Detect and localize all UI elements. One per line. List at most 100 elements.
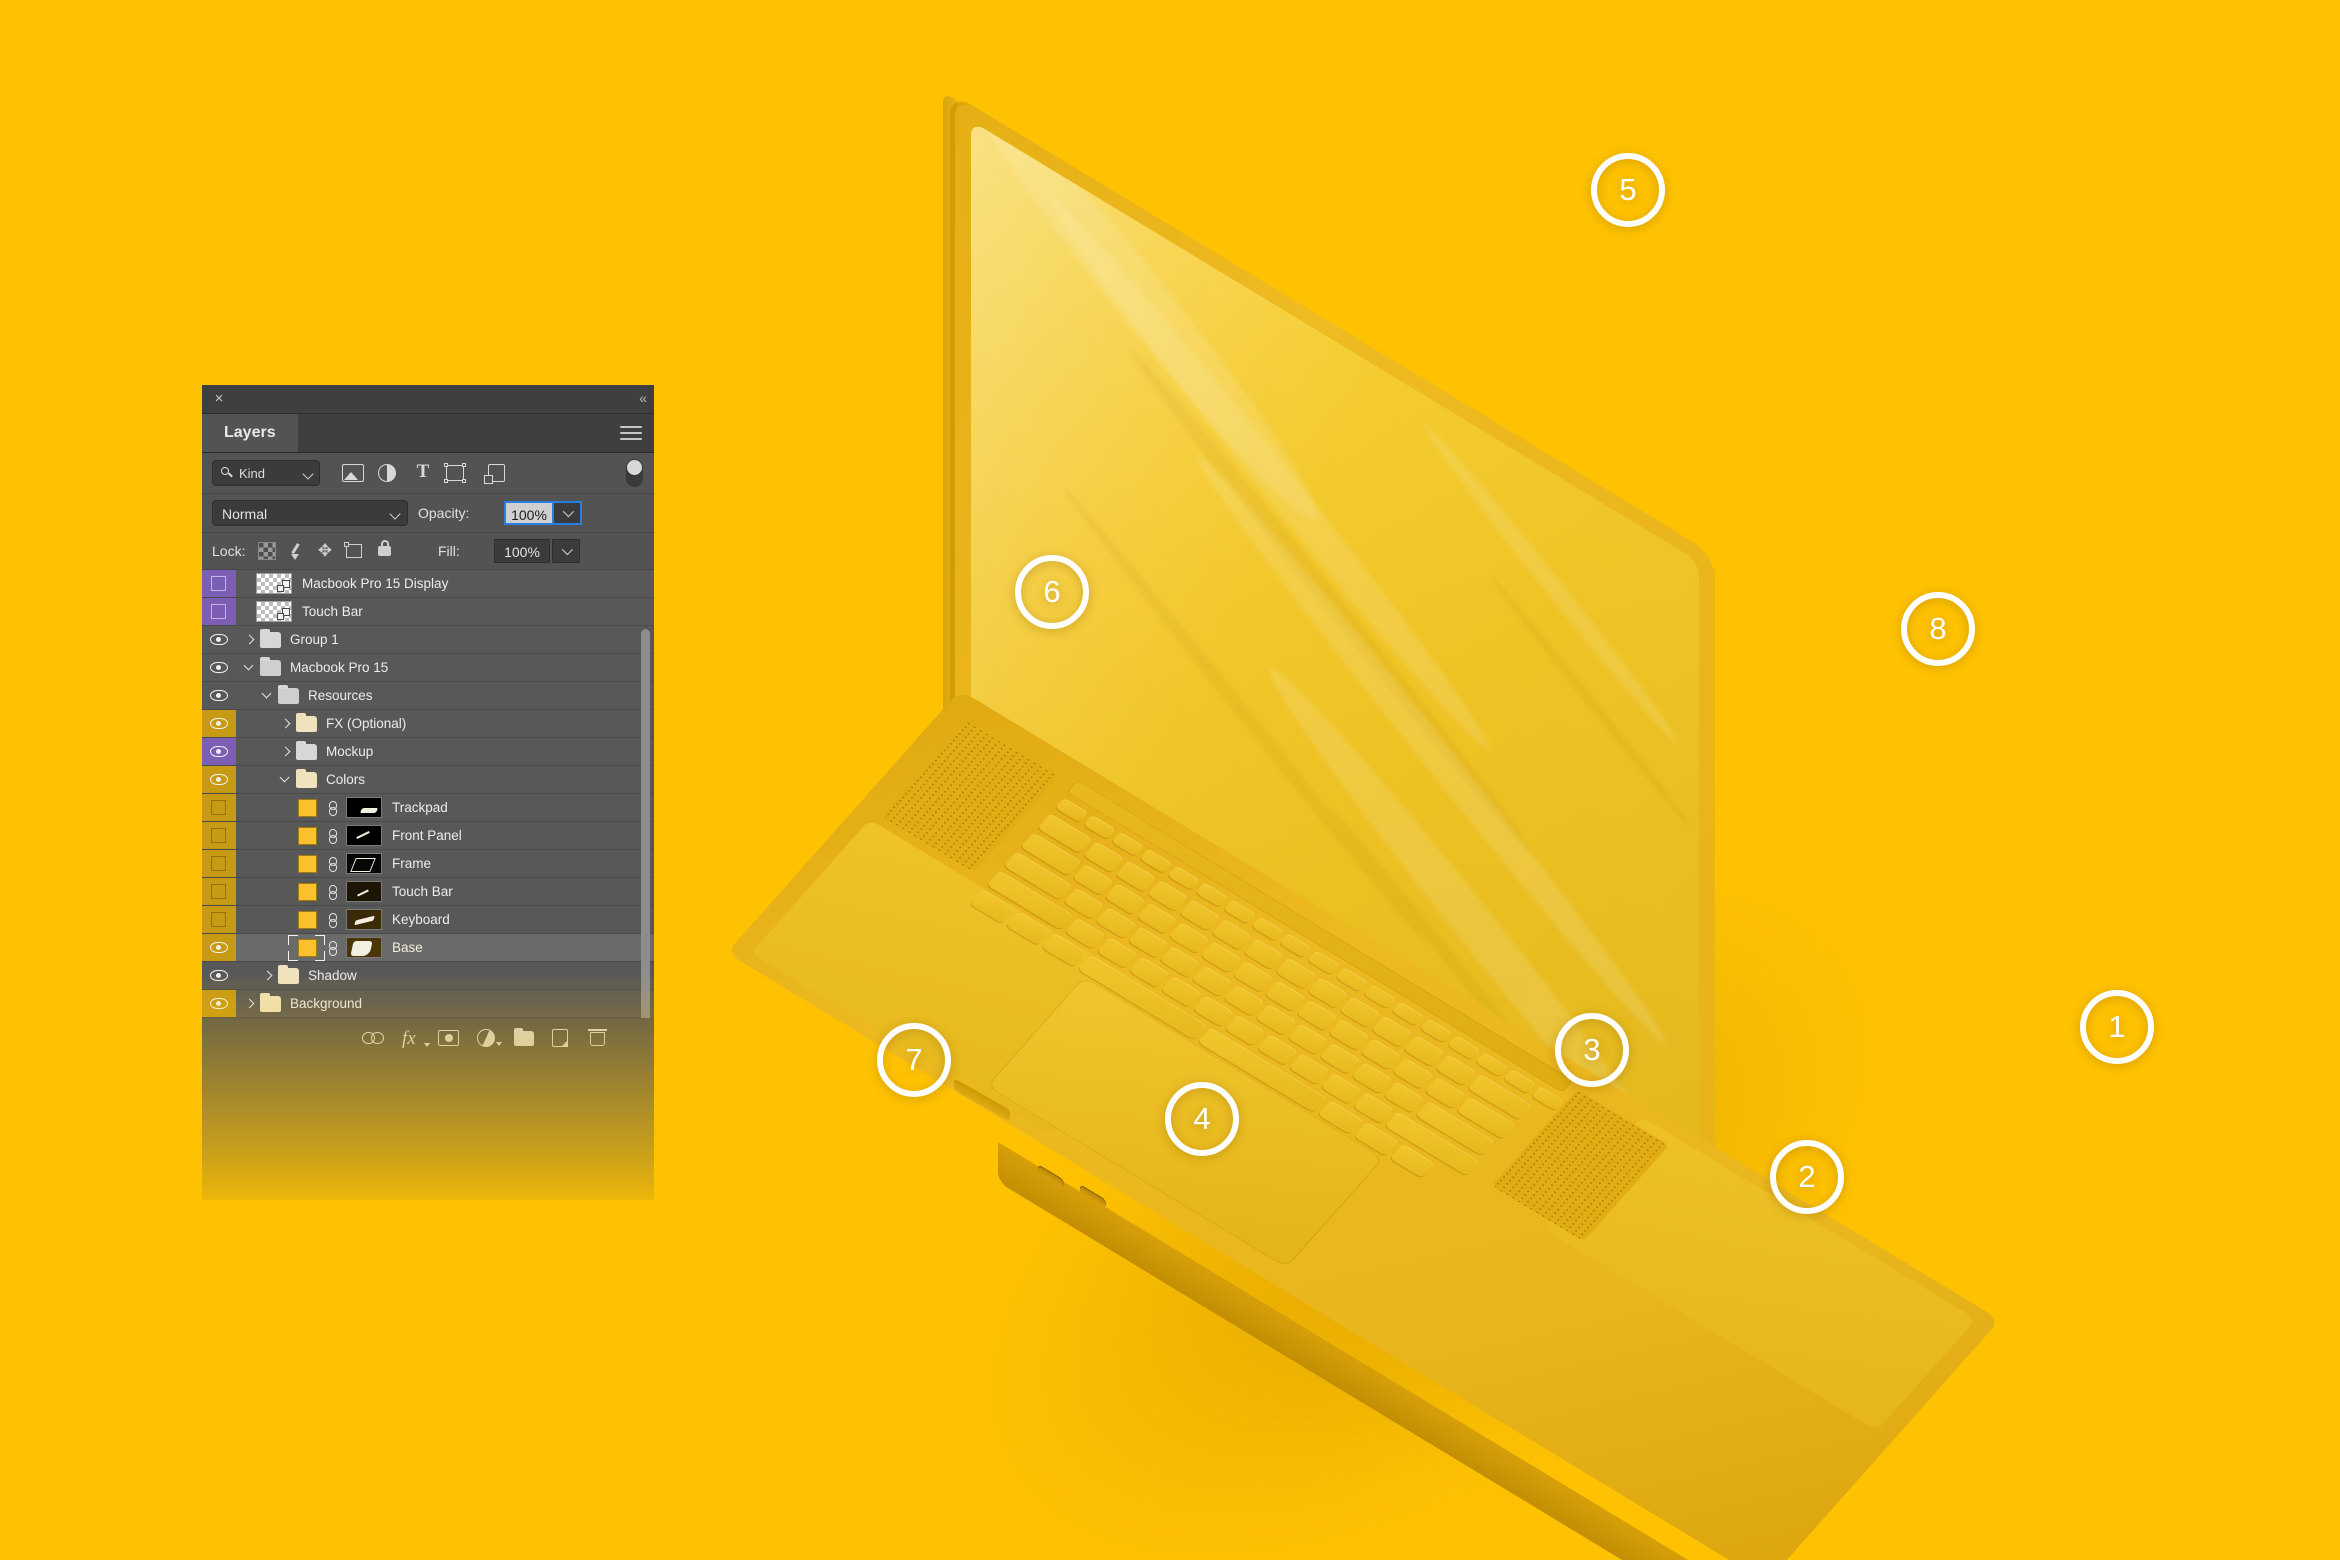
mask-link-icon[interactable] [328,941,338,956]
layer-row[interactable]: Shadow [202,962,654,990]
layer-visibility-toggle[interactable] [202,738,236,765]
layer-row[interactable]: Trackpad [202,794,654,822]
disclosure-triangle-icon[interactable] [244,993,255,1014]
layer-visibility-toggle[interactable] [202,822,236,849]
layer-row[interactable]: Macbook Pro 15 Display [202,570,654,598]
vertical-scrollbar[interactable] [641,629,650,1049]
opacity-stepper[interactable] [554,501,582,525]
layer-mask-thumbnail[interactable] [346,909,382,930]
layer-row[interactable]: FX (Optional) [202,710,654,738]
layer-visibility-toggle[interactable] [202,962,236,989]
callout-badge-6[interactable]: 6 [1015,555,1089,629]
layer-row[interactable]: Mockup [202,738,654,766]
new-layer-icon[interactable] [552,1029,568,1047]
lock-artboard-nesting-icon[interactable] [344,542,362,558]
callout-badge-4[interactable]: 4 [1165,1082,1239,1156]
solid-color-thumbnail[interactable] [298,939,317,957]
layer-row[interactable]: Keyboard [202,906,654,934]
layer-row[interactable]: Macbook Pro 15 [202,654,654,682]
filter-enable-toggle[interactable] [626,459,643,487]
layer-row[interactable]: Group 1 [202,626,654,654]
solid-color-thumbnail[interactable] [298,799,317,817]
disclosure-triangle-icon[interactable] [262,965,273,986]
layer-visibility-toggle[interactable] [202,710,236,737]
layer-visibility-toggle[interactable] [202,934,236,961]
callout-badge-5[interactable]: 5 [1591,153,1665,227]
solid-color-thumbnail[interactable] [298,855,317,873]
layer-list: Macbook Pro 15 Display Touch Bar Group 1 Ma… [202,570,654,1018]
callout-badge-8[interactable]: 8 [1901,592,1975,666]
layer-mask-thumbnail[interactable] [346,797,382,818]
opacity-input[interactable]: 100% [504,501,554,525]
link-layers-icon[interactable] [362,1032,384,1044]
disclosure-triangle-icon[interactable] [280,769,291,790]
layer-visibility-toggle[interactable] [202,626,236,653]
layer-visibility-toggle[interactable] [202,766,236,793]
solid-color-thumbnail[interactable] [298,911,317,929]
eye-icon [210,774,228,785]
new-adjustment-layer-icon[interactable] [477,1029,502,1047]
layer-thumbnail[interactable] [256,573,292,594]
layer-mask-thumbnail[interactable] [346,853,382,874]
pixel-filter-icon[interactable] [342,464,364,482]
layer-visibility-toggle[interactable] [202,598,236,625]
add-layer-mask-icon[interactable] [438,1030,459,1046]
smart-object-badge-icon [277,608,290,620]
layer-visibility-toggle[interactable] [202,906,236,933]
layer-thumbnail[interactable] [256,601,292,622]
layer-visibility-toggle[interactable] [202,850,236,877]
layer-row[interactable]: Touch Bar [202,878,654,906]
layer-row[interactable]: Background [202,990,654,1018]
lock-transparent-pixels-icon[interactable] [258,542,276,560]
filter-kind-select[interactable]: Kind [212,460,320,486]
layer-mask-thumbnail[interactable] [346,881,382,902]
hamburger-menu-icon[interactable] [620,426,642,440]
solid-color-thumbnail[interactable] [298,883,317,901]
lock-image-pixels-icon[interactable] [288,542,306,560]
lock-position-icon[interactable]: ✥ [316,542,334,560]
mask-link-icon[interactable] [328,857,338,872]
type-filter-icon[interactable]: T [412,462,434,481]
callout-badge-7[interactable]: 7 [877,1023,951,1097]
smart-object-filter-icon[interactable] [484,464,505,484]
close-icon[interactable]: × [211,391,227,407]
layer-visibility-toggle[interactable] [202,794,236,821]
layer-visibility-toggle[interactable] [202,570,236,597]
delete-layer-icon[interactable] [588,1029,607,1046]
disclosure-triangle-icon[interactable] [280,741,291,762]
callout-badge-3[interactable]: 3 [1555,1013,1629,1087]
adjustment-filter-icon[interactable] [378,464,396,482]
fill-input[interactable]: 100% [494,539,550,563]
mask-link-icon[interactable] [328,913,338,928]
new-group-icon[interactable] [514,1028,534,1046]
solid-color-thumbnail[interactable] [298,827,317,845]
layer-row[interactable]: Touch Bar [202,598,654,626]
layer-visibility-toggle[interactable] [202,654,236,681]
callout-badge-1[interactable]: 1 [2080,990,2154,1064]
layer-row[interactable]: Resources [202,682,654,710]
layer-visibility-toggle[interactable] [202,990,236,1017]
callout-badge-2[interactable]: 2 [1770,1140,1844,1214]
shape-filter-icon[interactable] [444,463,466,483]
mask-link-icon[interactable] [328,829,338,844]
disclosure-triangle-icon[interactable] [280,713,291,734]
collapse-panel-icon[interactable]: « [639,390,647,406]
disclosure-triangle-icon[interactable] [244,657,255,678]
disclosure-triangle-icon[interactable] [244,629,255,650]
lock-all-icon[interactable] [378,540,391,556]
layer-visibility-toggle[interactable] [202,878,236,905]
layer-mask-thumbnail[interactable] [346,825,382,846]
layer-row[interactable]: Frame [202,850,654,878]
fill-stepper[interactable] [552,539,580,563]
tab-layers[interactable]: Layers [202,414,298,452]
mask-link-icon[interactable] [328,801,338,816]
layer-style-fx-icon[interactable]: fx [402,1029,430,1048]
mask-link-icon[interactable] [328,885,338,900]
layer-visibility-toggle[interactable] [202,682,236,709]
layer-row[interactable]: Base [202,934,654,962]
layer-row[interactable]: Colors [202,766,654,794]
disclosure-triangle-icon[interactable] [262,685,273,706]
layer-row[interactable]: Front Panel [202,822,654,850]
blend-mode-select[interactable]: Normal [212,500,408,526]
layer-mask-thumbnail[interactable] [346,937,382,958]
